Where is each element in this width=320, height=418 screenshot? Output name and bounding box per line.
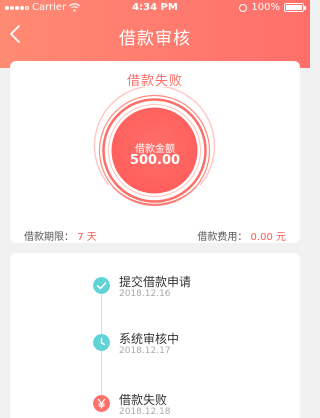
amount-value: 500.00: [129, 153, 181, 168]
step-date: 2018.12.17: [119, 346, 171, 356]
loan-period: 借款期限： 7 天: [24, 228, 97, 243]
step-name: 系统审核中: [119, 332, 180, 346]
orientation-lock-icon: [239, 3, 248, 12]
loan-summary-card: 借款失败 借款金额 500.00 借款期限： 7 天 借款费用： 0.00 元: [10, 61, 300, 243]
step-date: 2018.12.16: [119, 289, 171, 299]
step-date: 2018.12.18: [119, 407, 171, 417]
header: Carrier 4:34 PM 100% 借款审核: [0, 0, 310, 68]
period-value: 7 天: [77, 232, 97, 243]
page-title: 借款审核: [119, 29, 191, 49]
fee-value: 0.00 元: [250, 232, 286, 243]
period-label: 借款期限：: [24, 232, 74, 243]
yen-icon: [93, 395, 110, 412]
status-bar: Carrier 4:34 PM 100%: [0, 0, 310, 18]
loan-fee: 借款费用： 0.00 元: [197, 228, 286, 243]
battery-percent: 100%: [251, 2, 280, 13]
clock-icon: [93, 334, 110, 351]
fee-label: 借款费用：: [197, 232, 248, 243]
step-name: 提交借款申请: [119, 275, 192, 289]
battery-icon: [284, 3, 306, 12]
check-icon: [93, 277, 110, 294]
step-name: 借款失败: [119, 393, 168, 407]
timeline-card: 提交借款申请 2018.12.16 系统审核中 2018.12.17 借款失败 …: [10, 253, 300, 418]
